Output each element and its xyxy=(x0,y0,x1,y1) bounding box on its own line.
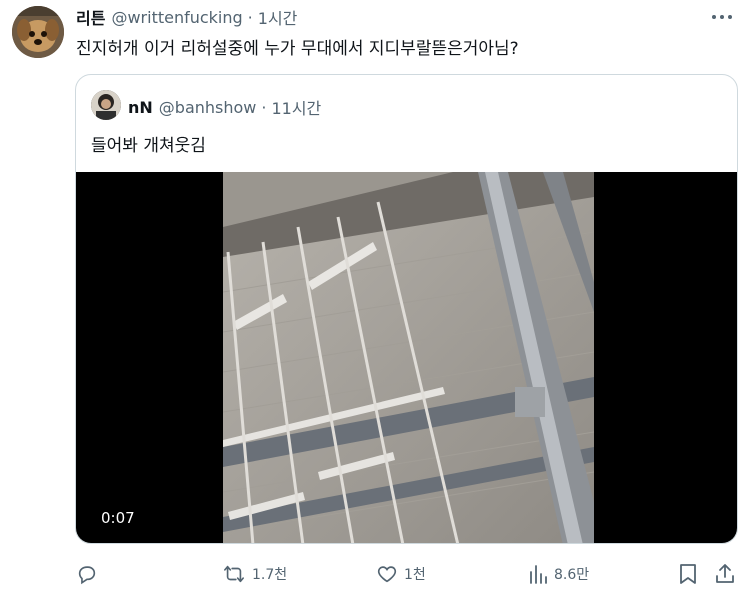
retweet-icon xyxy=(222,563,246,585)
quoted-handle[interactable]: @banhshow xyxy=(159,98,257,117)
views-button[interactable]: 8.6만 xyxy=(528,560,589,588)
timestamp[interactable]: 1시간 xyxy=(258,5,298,29)
quoted-text: 들어봐 개쳐웃김 xyxy=(91,136,206,156)
avatar[interactable] xyxy=(12,6,64,58)
quoted-display-name[interactable]: nN xyxy=(128,98,153,117)
tweet-header: 리튼 @writtenfucking · 1시간 xyxy=(76,5,298,29)
views-count: 8.6만 xyxy=(554,567,590,583)
bookmark-icon xyxy=(678,563,698,585)
views-icon xyxy=(528,563,548,585)
quoted-tweet[interactable]: nN @banhshow · 11시간 들어봐 개쳐웃김 0:07 xyxy=(75,74,738,544)
tweet-text: 진지허개 이거 리허설중에 누가 무대에서 지디부랄뜯은거아님? xyxy=(76,39,519,59)
share-button[interactable] xyxy=(714,560,736,588)
action-bar: 1.7천 1천 8.6만 xyxy=(76,560,741,588)
quoted-timestamp[interactable]: 11시간 xyxy=(271,95,321,119)
share-icon xyxy=(714,563,736,585)
video-frame xyxy=(223,172,594,543)
more-icon[interactable] xyxy=(707,6,737,28)
reply-button[interactable] xyxy=(76,560,98,588)
quoted-header: nN @banhshow · 11시간 xyxy=(128,95,321,119)
tweet: 리튼 @writtenfucking · 1시간 진지허개 이거 리허설중에 누… xyxy=(0,0,751,596)
like-count: 1천 xyxy=(404,567,426,583)
retweet-count: 1.7천 xyxy=(252,567,288,583)
reply-icon xyxy=(76,563,98,585)
like-button[interactable]: 1천 xyxy=(376,560,426,588)
user-handle[interactable]: @writtenfucking xyxy=(111,8,242,27)
separator-dot: · xyxy=(247,7,253,27)
retweet-button[interactable]: 1.7천 xyxy=(222,560,287,588)
video-player[interactable]: 0:07 xyxy=(76,172,737,543)
bookmark-button[interactable] xyxy=(678,560,698,588)
video-timestamp: 0:07 xyxy=(101,509,135,527)
quoted-separator-dot: · xyxy=(261,97,267,117)
quoted-avatar[interactable] xyxy=(91,90,121,120)
heart-icon xyxy=(376,563,398,585)
display-name[interactable]: 리튼 xyxy=(76,5,105,29)
